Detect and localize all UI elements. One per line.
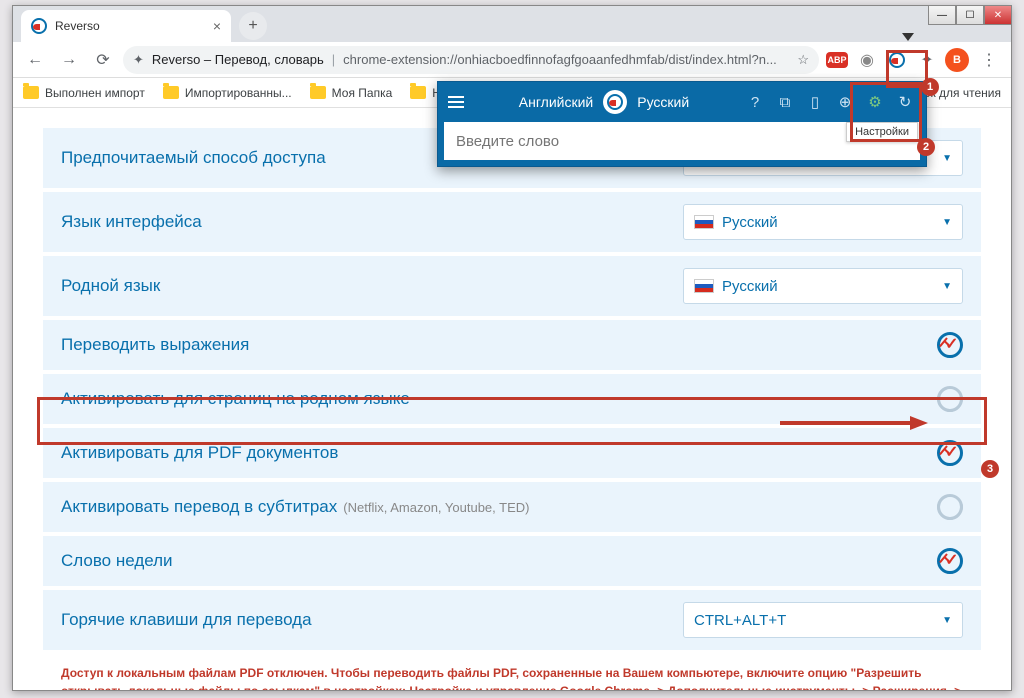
setting-row-translate-expressions: Переводить выражения ✓ xyxy=(43,320,981,370)
chevron-down-icon: ▼ xyxy=(942,615,952,626)
chevron-down-icon: ▼ xyxy=(942,281,952,292)
profile-avatar[interactable]: B xyxy=(945,48,969,72)
chrome-menu-icon[interactable]: ⋮ xyxy=(975,46,1003,74)
new-tab-button[interactable]: + xyxy=(239,12,267,40)
setting-row-hotkeys: Горячие клавиши для перевода CTRL+ALT+T▼ xyxy=(43,590,981,650)
reverso-popup: Английский Русский ? ⧉ ▯ ⊕ ⚙ ↻ Настройки xyxy=(437,81,927,167)
pdf-warning-note: Доступ к локальным файлам PDF отключен. … xyxy=(43,654,981,690)
toggle-pdf[interactable]: ✓ xyxy=(937,440,963,466)
maximize-button[interactable]: ☐ xyxy=(956,5,984,25)
back-button[interactable]: ← xyxy=(21,46,49,74)
tab-title: Reverso xyxy=(55,19,100,33)
settings-panel: Предпочитаемый способ доступа ▼ Язык инт… xyxy=(13,118,1011,690)
url-path: chrome-extension://onhiacboedfinnofagfgo… xyxy=(343,52,777,67)
browser-tab[interactable]: Reverso × xyxy=(21,10,231,42)
setting-row-native-lang: Родной язык Русский▼ xyxy=(43,256,981,316)
shield-extension-icon[interactable]: ◉ xyxy=(855,48,879,72)
help-icon[interactable]: ? xyxy=(744,91,766,113)
page-content: Предпочитаемый способ доступа ▼ Язык инт… xyxy=(13,118,1011,690)
toggle-translate-expressions[interactable]: ✓ xyxy=(937,332,963,358)
bookmark-folder[interactable]: Моя Папка xyxy=(310,86,393,100)
bookmark-folder[interactable]: Импортированны... xyxy=(163,86,292,100)
lang-from[interactable]: Английский xyxy=(519,94,593,110)
bookmark-star-icon[interactable]: ☆ xyxy=(797,52,809,68)
forward-button[interactable]: → xyxy=(55,46,83,74)
close-window-button[interactable]: ✕ xyxy=(984,5,1012,25)
annotation-arrow xyxy=(780,413,930,438)
hamburger-icon[interactable] xyxy=(448,96,464,108)
toggle-word-of-week[interactable]: ✓ xyxy=(937,548,963,574)
reverso-logo-icon[interactable] xyxy=(603,90,627,114)
setting-row-interface-lang: Язык интерфейса Русский▼ xyxy=(43,192,981,252)
close-tab-icon[interactable]: × xyxy=(213,18,221,34)
hotkey-select[interactable]: CTRL+ALT+T▼ xyxy=(683,602,963,638)
reload-button[interactable]: ⟳ xyxy=(89,46,117,74)
setting-row-word-of-week: Слово недели ✓ xyxy=(43,536,981,586)
annotation-badge-2: 2 xyxy=(917,138,935,156)
toggle-subtitles[interactable] xyxy=(937,494,963,520)
address-bar[interactable]: ✦ Reverso – Перевод, словарь | chrome-ex… xyxy=(123,46,819,74)
browser-toolbar: ← → ⟳ ✦ Reverso – Перевод, словарь | chr… xyxy=(13,42,1011,78)
chevron-down-icon: ▼ xyxy=(942,217,952,228)
gear-icon[interactable]: ⚙ xyxy=(864,91,886,113)
annotation-badge-1: 1 xyxy=(921,78,939,96)
chevron-down-icon: ▼ xyxy=(942,153,952,164)
flag-ru-icon xyxy=(694,279,714,293)
popup-toolbar: Английский Русский ? ⧉ ▯ ⊕ ⚙ ↻ xyxy=(438,82,926,122)
history-icon[interactable]: ↻ xyxy=(894,91,916,113)
flag-ru-icon xyxy=(694,215,714,229)
abp-extension-icon[interactable]: ABP xyxy=(825,48,849,72)
extension-indicator-icon xyxy=(902,33,914,41)
native-lang-select[interactable]: Русский▼ xyxy=(683,268,963,304)
annotation-badge-3: 3 xyxy=(981,460,999,478)
bookmark-folder[interactable]: Выполнен импорт xyxy=(23,86,145,100)
url-title: Reverso – Перевод, словарь xyxy=(152,52,324,67)
tab-strip: Reverso × + xyxy=(13,6,1011,42)
interface-lang-select[interactable]: Русский▼ xyxy=(683,204,963,240)
settings-tooltip: Настройки xyxy=(846,122,918,142)
window-controls: — ☐ ✕ xyxy=(928,5,1012,25)
tab-favicon xyxy=(31,18,47,34)
extensions-puzzle-icon[interactable]: ✦ xyxy=(915,48,939,72)
reverso-extension-icon[interactable] xyxy=(885,48,909,72)
minimize-button[interactable]: — xyxy=(928,5,956,25)
extension-icon: ✦ xyxy=(133,52,144,68)
lang-to[interactable]: Русский xyxy=(637,94,689,110)
toggle-native-pages[interactable] xyxy=(937,386,963,412)
copy-icon[interactable]: ⧉ xyxy=(774,91,796,113)
doc-icon[interactable]: ▯ xyxy=(804,91,826,113)
globe-icon[interactable]: ⊕ xyxy=(834,91,856,113)
setting-row-subtitles: Активировать перевод в субтитрах (Netfli… xyxy=(43,482,981,532)
